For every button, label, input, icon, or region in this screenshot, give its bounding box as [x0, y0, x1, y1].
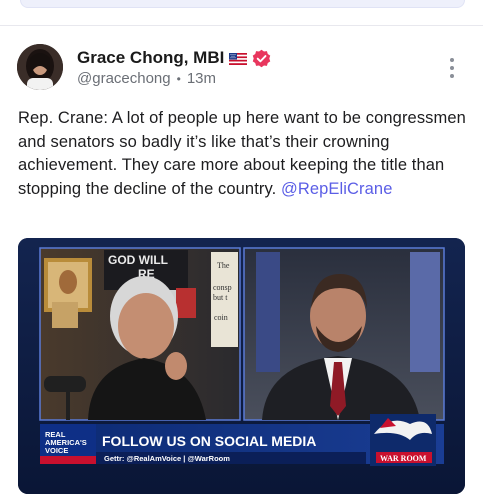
- more-options-button[interactable]: [444, 55, 460, 81]
- broadcast-frame: GOD WILL RE The consp but t coin REAL AM…: [18, 238, 465, 494]
- mention-link[interactable]: @RepEliCrane: [281, 180, 393, 198]
- more-vertical-icon: [450, 58, 454, 62]
- banner-subline: Gettr: @RealAmVoice | @WarRoom: [104, 454, 230, 463]
- post-text: Rep. Crane: A lot of people up here want…: [18, 107, 468, 201]
- us-flag-icon: [229, 52, 248, 65]
- author-handle[interactable]: @gracechong: [77, 70, 171, 87]
- avatar[interactable]: [17, 44, 63, 90]
- right-video-panel: [243, 247, 445, 421]
- previous-post-card[interactable]: [20, 0, 465, 8]
- banner-headline: FOLLOW US ON SOCIAL MEDIA: [102, 433, 316, 449]
- post-card[interactable]: Grace Chong, MBI @gracechong • 13m Rep. …: [0, 27, 483, 500]
- author-name[interactable]: Grace Chong, MBI: [77, 48, 224, 68]
- left-video-panel: GOD WILL RE The consp but t coin: [39, 247, 241, 421]
- verified-badge-icon: [252, 49, 271, 68]
- book-text-2: consp: [213, 283, 232, 292]
- previous-post-strip: [0, 0, 483, 26]
- post-body: Rep. Crane: A lot of people up here want…: [18, 109, 466, 198]
- more-dot: [450, 74, 454, 78]
- more-dot: [450, 66, 454, 70]
- video-thumbnail[interactable]: GOD WILL RE The consp but t coin REAL AM…: [18, 238, 465, 494]
- book-text-1: The: [217, 261, 230, 270]
- rav-logo-line3: VOICE: [45, 446, 68, 455]
- author-row: Grace Chong, MBI: [77, 47, 271, 69]
- avatar-image: [17, 44, 63, 90]
- book-text-4: coin: [214, 313, 228, 322]
- separator-dot: •: [176, 71, 181, 86]
- warroom-badge-text: WAR ROOM: [380, 454, 427, 463]
- meta-row: @gracechong • 13m: [77, 70, 216, 87]
- post-timestamp[interactable]: 13m: [187, 70, 216, 87]
- book-text-3: but t: [213, 293, 228, 302]
- sign-text-1: GOD WILL: [108, 253, 168, 267]
